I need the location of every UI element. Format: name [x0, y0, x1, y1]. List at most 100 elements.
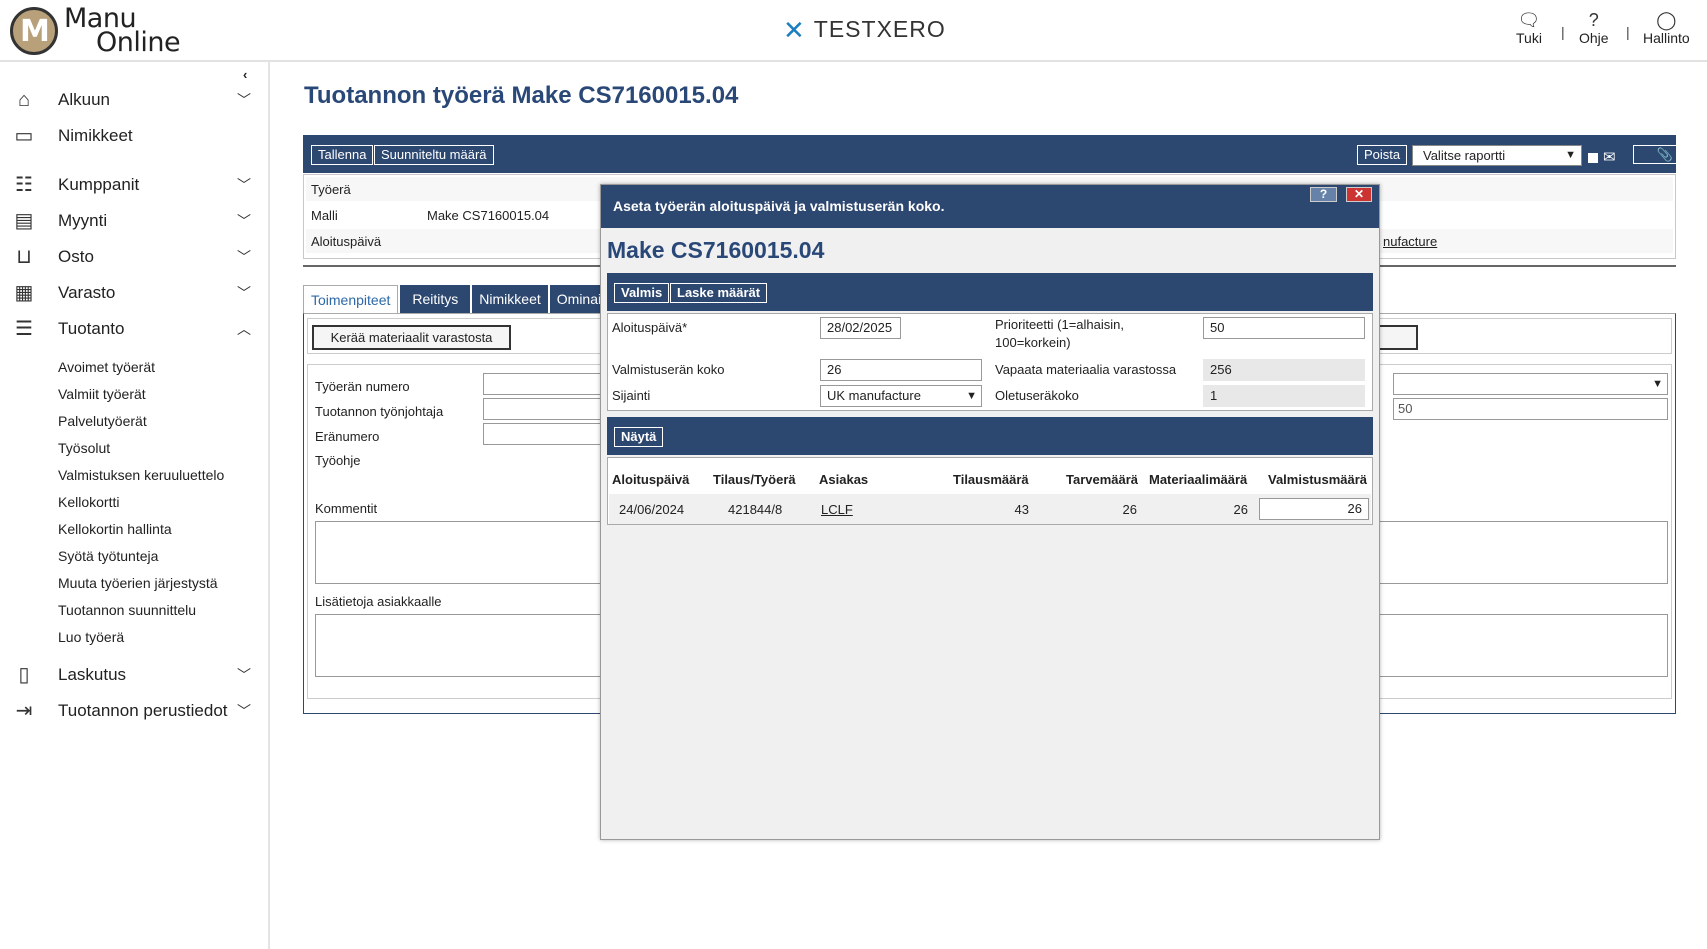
- sidebar-item-osto[interactable]: ⊔ Osto ﹀: [0, 242, 265, 272]
- dialog-header-text: Aseta työerän aloituspäivä ja valmistuse…: [613, 198, 945, 214]
- secondary-action-button[interactable]: [1378, 325, 1418, 350]
- paperclip-icon: 📎: [1656, 147, 1674, 162]
- report-select[interactable]: Valitse raportti ▼: [1412, 145, 1582, 166]
- tab-reititys[interactable]: Reititys: [400, 285, 471, 313]
- sidebar-item-nimikkeet[interactable]: ▭ Nimikkeet: [0, 121, 265, 151]
- document-icon: ▯: [18, 664, 30, 686]
- sidebar-item-label: Myynti: [58, 211, 108, 230]
- sub-item-tyosolut[interactable]: Työsolut: [58, 440, 110, 456]
- chevron-up-icon: ︿: [237, 321, 251, 337]
- sidebar-item-alkuun[interactable]: ⌂ Alkuun ﹀: [0, 85, 265, 115]
- sub-item-syota-tyotunteja[interactable]: Syötä työtunteja: [58, 548, 158, 564]
- column-header: Valmistusmäärä: [1268, 472, 1368, 487]
- sidebar-item-laskutus[interactable]: ▯ Laskutus ﹀: [0, 660, 265, 690]
- cell-start-date: 24/06/2024: [619, 502, 685, 517]
- mail-icon[interactable]: ✉: [1603, 148, 1616, 166]
- right-value-input[interactable]: 50: [1393, 398, 1668, 420]
- sidebar-item-label: Alkuun: [58, 90, 110, 109]
- chevron-down-icon: ▼: [1565, 149, 1576, 161]
- cell-material: 26: [1233, 502, 1248, 517]
- sidebar-item-label: Osto: [58, 247, 94, 266]
- header-help-button[interactable]: ? Ohje: [1579, 10, 1609, 46]
- chevron-down-icon: ﹀: [237, 92, 251, 108]
- sidebar-item-varasto[interactable]: ▦ Varasto ﹀: [0, 278, 265, 308]
- contacts-icon: ☷: [15, 174, 33, 196]
- header-admin-button[interactable]: ◯ Hallinto: [1643, 10, 1690, 46]
- delete-button[interactable]: Poista: [1357, 145, 1408, 165]
- cell-required: 26: [1122, 502, 1137, 517]
- tab-bar: Toimenpiteet Reititys Nimikkeet Ominai: [303, 285, 610, 313]
- sub-item-keruuluettelo[interactable]: Valmistuksen keruuluettelo: [58, 467, 224, 483]
- header-support-button[interactable]: 🗨 Tuki: [1516, 10, 1542, 46]
- right-select[interactable]: ▼: [1393, 373, 1668, 395]
- calculate-quantities-button[interactable]: Laske määrät: [670, 283, 768, 303]
- brand-name: TESTXERO: [813, 16, 946, 42]
- done-button[interactable]: Valmis: [614, 283, 670, 303]
- help-icon: ?: [1588, 10, 1599, 30]
- chat-icon: 🗨: [1517, 10, 1541, 30]
- start-date-input[interactable]: 28/02/2025: [820, 317, 901, 339]
- location-select-value: UK manufacture: [827, 388, 921, 403]
- sidebar-item-tuotanto[interactable]: ☰ Tuotanto ︿: [0, 314, 265, 344]
- location-select[interactable]: UK manufacture ▼: [820, 385, 982, 407]
- info-label: Aloituspäivä: [311, 234, 382, 249]
- sub-item-palvelutyoerat[interactable]: Palvelutyöerät: [58, 413, 147, 429]
- close-icon[interactable]: ✕: [1346, 187, 1372, 202]
- priority-label-2: 100=korkein): [995, 335, 1071, 350]
- wallet-icon: ▤: [14, 210, 34, 232]
- sub-item-luo-tyoera[interactable]: Luo työerä: [58, 629, 124, 645]
- tab-toimenpiteet[interactable]: Toimenpiteet: [303, 285, 399, 313]
- column-header: Materiaalimäärä: [1149, 472, 1248, 487]
- production-quantity-input[interactable]: 26: [1259, 498, 1369, 520]
- attachment-button[interactable]: 📎: [1633, 145, 1697, 164]
- sidebar-item-label: Kumppanit: [58, 175, 140, 194]
- instructions-label: Työohje: [315, 453, 361, 468]
- sub-item-valmiit-tyoerat[interactable]: Valmiit työerät: [58, 386, 146, 402]
- default-batch-label: Oletuseräkoko: [995, 388, 1079, 403]
- free-material-label: Vapaata materiaalia varastossa: [995, 362, 1177, 377]
- batch-size-input[interactable]: 26: [820, 359, 982, 381]
- help-icon[interactable]: ?: [1310, 187, 1337, 202]
- show-button[interactable]: Näytä: [614, 427, 664, 447]
- sidebar-item-kumppanit[interactable]: ☷ Kumppanit ﹀: [0, 170, 265, 200]
- priority-label-1: Prioriteetti (1=alhaisin,: [995, 317, 1124, 332]
- sidebar-item-tuotannon-perustiedot[interactable]: ⇥ Tuotannon perustiedot ﹀: [0, 696, 265, 726]
- chevron-down-icon: ﹀: [237, 249, 251, 265]
- app-header: Manu Online ✕ TESTXERO 🗨 Tuki | ? Ohje |…: [0, 0, 1707, 62]
- tab-nimikkeet[interactable]: Nimikkeet: [472, 285, 548, 313]
- location-link[interactable]: nufacture: [1383, 234, 1437, 249]
- manu-online-logo[interactable]: Manu Online: [10, 5, 181, 56]
- main-toolbar: Tallenna Suunniteltu määrä Poista Valits…: [303, 135, 1697, 173]
- lot-number-label: Eränumero: [315, 429, 380, 444]
- info-label: Työerä: [311, 182, 351, 197]
- dialog-title: Make CS7160015.04: [607, 237, 825, 263]
- chevron-down-icon: ﹀: [237, 703, 251, 719]
- sidebar-item-myynti[interactable]: ▤ Myynti ﹀: [0, 206, 265, 236]
- page-title: Tuotannon työerä Make CS7160015.04: [304, 82, 739, 109]
- email-checkbox[interactable]: [1588, 153, 1598, 163]
- sidebar-item-label: Tuotannon perustiedot: [58, 701, 228, 720]
- sub-item-muuta-jarjestysta[interactable]: Muuta työerien järjestystä: [58, 575, 218, 591]
- sub-item-kellokortti[interactable]: Kellokortti: [58, 494, 119, 510]
- header-help-label: Ohje: [1579, 30, 1609, 46]
- batch-size-label: Valmistuserän koko: [612, 362, 725, 377]
- lot-number-input[interactable]: [483, 423, 603, 445]
- company-brand: ✕ TESTXERO: [783, 16, 946, 43]
- chevron-down-icon: ﹀: [237, 213, 251, 229]
- sub-item-avoimet-tyoerat[interactable]: Avoimet työerät: [58, 359, 155, 375]
- orders-table: Aloituspäivä Tilaus/Työerä Asiakas Tilau…: [607, 457, 1373, 525]
- customer-link[interactable]: LCLF: [821, 502, 853, 517]
- batch-number-label: Työerän numero: [315, 379, 410, 394]
- chevron-down-icon: ﹀: [237, 177, 251, 193]
- sub-item-kellokortin-hallinta[interactable]: Kellokortin hallinta: [58, 521, 172, 537]
- dialog-toolbar: Valmis Laske määrät: [607, 273, 1373, 311]
- priority-input[interactable]: 50: [1203, 317, 1365, 339]
- planned-quantity-button[interactable]: Suunniteltu määrä: [374, 145, 494, 165]
- batch-number-input[interactable]: [483, 373, 603, 395]
- chevron-down-icon: ﹀: [237, 667, 251, 683]
- sidebar-collapse-icon[interactable]: ‹: [243, 67, 247, 82]
- supervisor-input[interactable]: [483, 398, 603, 420]
- sub-item-tuotannon-suunnittelu[interactable]: Tuotannon suunnittelu: [58, 602, 196, 618]
- collect-materials-button[interactable]: Kerää materiaalit varastosta: [312, 325, 511, 350]
- save-button[interactable]: Tallenna: [311, 145, 374, 165]
